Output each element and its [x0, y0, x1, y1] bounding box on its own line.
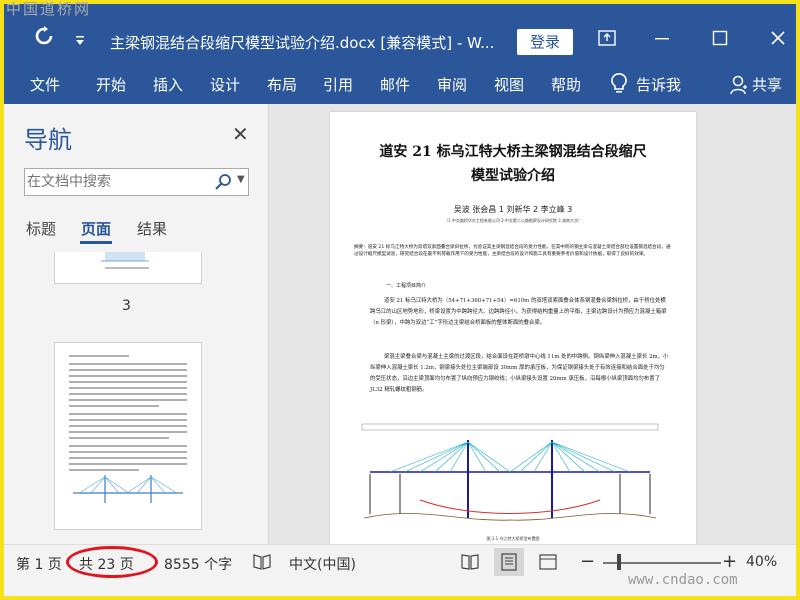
tab-layout[interactable]: 布局 — [267, 74, 297, 95]
search-input[interactable] — [27, 171, 207, 193]
proofing-icon[interactable] — [252, 553, 272, 571]
tab-references[interactable]: 引用 — [323, 74, 353, 95]
status-bar: 第 1 页 共 23 页 8555 个字 中文(中国) − + 40% — [4, 544, 796, 596]
close-icon[interactable] — [770, 30, 786, 50]
page-thumbnail[interactable] — [54, 342, 202, 530]
document-title: 道安 21 标乌江特大桥主梁钢混结合段缩尺 模型试验介绍 — [379, 144, 647, 184]
watermark-bottom: www.cndao.com — [628, 572, 738, 588]
zoom-out-button[interactable]: − — [580, 551, 595, 572]
login-button[interactable]: 登录 — [517, 29, 573, 55]
title-bar: 主梁钢混结合段缩尺模型试验介绍.docx [兼容模式] - W... 登录 — [4, 4, 796, 66]
tab-insert[interactable]: 插入 — [153, 74, 183, 95]
ribbon-display-icon[interactable] — [598, 30, 616, 50]
tab-file[interactable]: 文件 — [30, 74, 60, 95]
zoom-in-button[interactable]: + — [722, 551, 737, 572]
tab-review[interactable]: 审阅 — [437, 74, 467, 95]
search-box: ▼ — [24, 168, 249, 196]
watermark-top: 中国道桥网 — [6, 0, 92, 18]
document-authors: 吴波 张会昌 1 刘新华 2 李立峰 3 — [453, 205, 573, 214]
bridge-figure — [361, 423, 659, 521]
minimize-icon[interactable] — [654, 30, 670, 50]
active-tab-indicator — [80, 241, 112, 244]
window-title: 主梁钢混结合段缩尺模型试验介绍.docx [兼容模式] - W... — [110, 34, 495, 52]
current-page[interactable]: 第 1 页 — [16, 554, 62, 574]
page-thumbnail[interactable] — [54, 252, 202, 284]
word-count[interactable]: 8555 个字 — [164, 554, 232, 574]
nav-title: 导航 — [24, 126, 72, 154]
user-share-icon[interactable] — [730, 74, 748, 96]
figure-caption: 图 1.1 乌江特大桥桥型布置图 — [486, 536, 540, 541]
zoom-slider-thumb[interactable] — [617, 554, 621, 570]
page-thumbnails: 3 — [4, 252, 269, 544]
tell-me[interactable]: 告诉我 — [636, 74, 681, 95]
tab-home[interactable]: 开始 — [96, 74, 126, 95]
chevron-down-icon[interactable]: ▼ — [237, 174, 245, 185]
paragraph: 道安 21 标乌江特大桥为（54+71+360+71+54）=610m 的双塔双… — [370, 298, 667, 326]
print-layout-icon[interactable] — [494, 548, 524, 576]
close-icon[interactable]: ✕ — [232, 122, 249, 146]
refresh-icon[interactable] — [34, 26, 54, 49]
document-abstract: 摘要：道安 21 标乌江特大桥为双塔双索面叠合梁斜拉桥，为验证其主梁钢混结合段的… — [354, 245, 671, 257]
maximize-icon[interactable] — [712, 30, 728, 50]
ribbon-tabs: 文件 开始 插入 设计 布局 引用 邮件 审阅 视图 帮助 告诉我 共享 — [4, 66, 796, 104]
tab-pages[interactable]: 页面 — [81, 218, 111, 239]
tab-results[interactable]: 结果 — [137, 218, 167, 239]
navigation-pane: 导航 ✕ ▼ 标题 页面 结果 3 — [4, 104, 269, 544]
tab-headings[interactable]: 标题 — [26, 218, 56, 239]
tab-design[interactable]: 设计 — [210, 74, 240, 95]
language[interactable]: 中文(中国) — [289, 554, 356, 574]
section-heading: 一、工程项目简介 — [386, 283, 427, 289]
thumbnail-page-number: 3 — [122, 298, 131, 314]
paragraph: 梁混主梁叠合梁与混凝土主梁的过渡区段，结合面设在距桥墩中心线 11m 处的中跨侧… — [370, 354, 669, 393]
search-icon[interactable] — [215, 173, 233, 191]
web-layout-icon[interactable] — [538, 553, 558, 571]
read-mode-icon[interactable] — [460, 553, 480, 571]
document-affiliation: （1.中交路桥华东工程有限公司 2.中交第二公路勘察设计研究院 3.湖南大学） — [444, 218, 582, 223]
zoom-percent[interactable]: 40% — [746, 554, 777, 570]
document-area[interactable]: 道安 21 标乌江特大桥主梁钢混结合段缩尺 模型试验介绍 吴波 张会昌 1 刘新… — [270, 104, 796, 544]
word-window: 主梁钢混结合段缩尺模型试验介绍.docx [兼容模式] - W... 登录 文件… — [4, 4, 796, 596]
highlight-ellipse — [66, 546, 158, 578]
tab-help[interactable]: 帮助 — [551, 74, 581, 95]
lightbulb-icon[interactable] — [610, 72, 628, 96]
tab-view[interactable]: 视图 — [494, 74, 524, 95]
share-button[interactable]: 共享 — [752, 74, 782, 95]
tab-mailings[interactable]: 邮件 — [380, 74, 410, 95]
document-page[interactable]: 道安 21 标乌江特大桥主梁钢混结合段缩尺 模型试验介绍 吴波 张会昌 1 刘新… — [330, 112, 696, 544]
customize-toolbar-icon[interactable] — [74, 30, 86, 50]
